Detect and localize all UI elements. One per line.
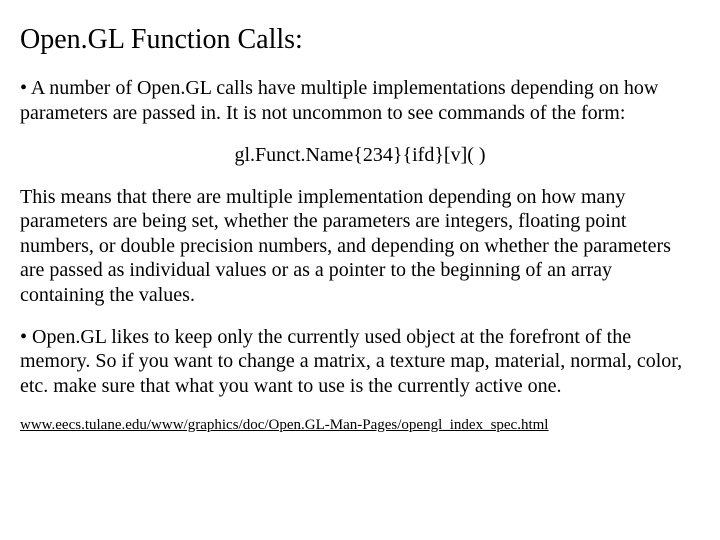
bullet-paragraph-2: • Open.GL likes to keep only the current… [20,325,700,398]
code-pattern-line: gl.Funct.Name{234}{ifd}[v]( ) [20,143,700,167]
bullet-paragraph-1: • A number of Open.GL calls have multipl… [20,76,700,125]
slide-title: Open.GL Function Calls: [20,24,700,56]
explanation-paragraph: This means that there are multiple imple… [20,185,700,307]
document-page: Open.GL Function Calls: • A number of Op… [0,0,720,434]
footer-link-text: www.eecs.tulane.edu/www/graphics/doc/Ope… [20,416,700,434]
